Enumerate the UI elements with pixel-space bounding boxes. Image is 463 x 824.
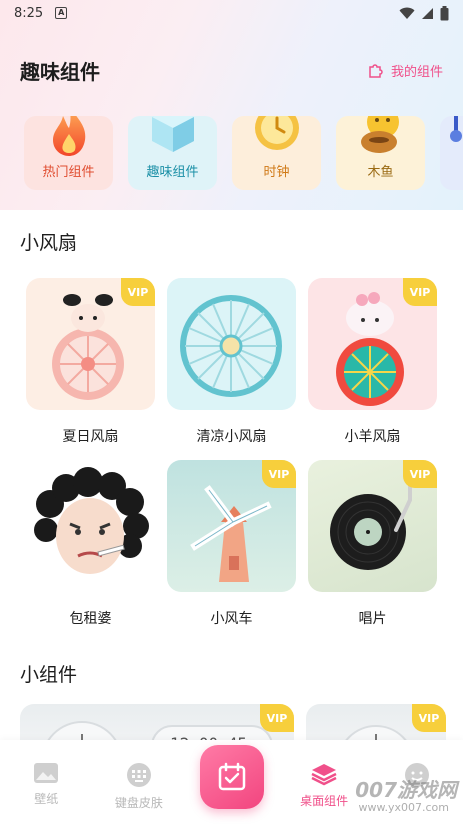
fan-item-label: 唱片 [358, 611, 387, 627]
calendar-check-icon [218, 762, 246, 791]
watermark-url: www.yx007.com [358, 801, 449, 814]
flame-icon [52, 116, 85, 156]
fan-thumbnail: VIP [308, 460, 437, 592]
fan-thumbnail: VIP [167, 460, 296, 592]
vip-badge: VIP [403, 278, 437, 306]
my-widgets-label: 我的组件 [390, 64, 443, 80]
signal-icon [422, 7, 433, 19]
page-header: 趣味组件 我的组件 [20, 50, 443, 90]
category-row: 热门组件 趣味组件 时钟 木鱼 桌 [24, 116, 463, 196]
status-icons [399, 5, 449, 21]
category-label: 时钟 [263, 165, 290, 180]
status-time: 8:25 [14, 5, 44, 21]
vip-badge: VIP [121, 278, 155, 306]
fan-item-sheep[interactable]: VIP 小羊风扇 [308, 278, 437, 446]
crystal-cube-icon [151, 116, 194, 152]
cool-fan-illustration [180, 295, 282, 397]
fan-thumbnail: VIP [26, 278, 155, 410]
fan-thumbnail [167, 278, 296, 410]
wallpaper-icon [34, 763, 59, 783]
wifi-icon [399, 7, 415, 19]
battery-icon [440, 5, 449, 20]
nav-wallpaper[interactable]: 壁纸 [0, 762, 93, 807]
fan-item-label: 小羊风扇 [344, 429, 401, 445]
category-hot[interactable]: 热门组件 [24, 116, 113, 190]
notification-badge: A [55, 7, 68, 19]
fan-item-label: 夏日风扇 [62, 429, 119, 445]
section-title-widgets: 小组件 [20, 664, 78, 686]
category-label: 趣味组件 [146, 165, 199, 180]
category-desk[interactable]: 桌 [440, 116, 463, 190]
vip-badge: VIP [262, 460, 296, 488]
fan-item-landlady[interactable]: 包租婆 [26, 460, 155, 628]
page-title: 趣味组件 [20, 59, 100, 84]
fan-item-label: 小风车 [210, 611, 253, 627]
nav-keyboard-skin[interactable]: 键盘皮肤 [93, 762, 186, 811]
category-fun[interactable]: 趣味组件 [128, 116, 217, 190]
fan-item-label: 包租婆 [69, 611, 112, 627]
fan-item-cool[interactable]: 清凉小风扇 [167, 278, 296, 446]
nav-label: 桌面组件 [300, 794, 349, 808]
fan-thumbnail: VIP [308, 278, 437, 410]
keyboard-icon [126, 763, 151, 787]
vip-badge: VIP [403, 460, 437, 488]
section-title-fans: 小风扇 [20, 232, 78, 254]
fan-item-record[interactable]: VIP 唱片 [308, 460, 437, 628]
puzzle-icon [369, 64, 383, 78]
fan-grid-row-2: 包租婆 VIP 小风车 VIP 唱片 [26, 460, 438, 628]
status-bar: 8:25 A [0, 0, 463, 26]
clock-icon [254, 116, 299, 150]
my-widgets-button[interactable]: 我的组件 [367, 61, 443, 80]
fan-item-label: 清凉小风扇 [196, 429, 267, 445]
category-clock[interactable]: 时钟 [232, 116, 321, 190]
fan-thumbnail [26, 460, 155, 592]
fan-item-summer[interactable]: VIP 夏日风扇 [26, 278, 155, 446]
calendar-fab-button[interactable] [200, 745, 264, 809]
wooden-fish-icon [360, 116, 399, 153]
vip-badge: VIP [412, 704, 446, 732]
category-label: 热门组件 [42, 165, 95, 180]
category-label: 木鱼 [367, 165, 394, 180]
nav-label: 键盘皮肤 [114, 796, 163, 810]
vip-badge: VIP [260, 704, 294, 732]
watermark-text: 007游戏网 [355, 778, 457, 802]
desk-icon [450, 116, 462, 142]
fan-item-windmill[interactable]: VIP 小风车 [167, 460, 296, 628]
landlady-illustration [34, 467, 149, 574]
category-wooden-fish[interactable]: 木鱼 [336, 116, 425, 190]
nav-label: 壁纸 [34, 792, 59, 806]
fan-grid-row-1: VIP 夏日风扇 清凉小风扇 VIP 小羊风扇 [26, 278, 438, 446]
layers-icon [311, 764, 337, 786]
